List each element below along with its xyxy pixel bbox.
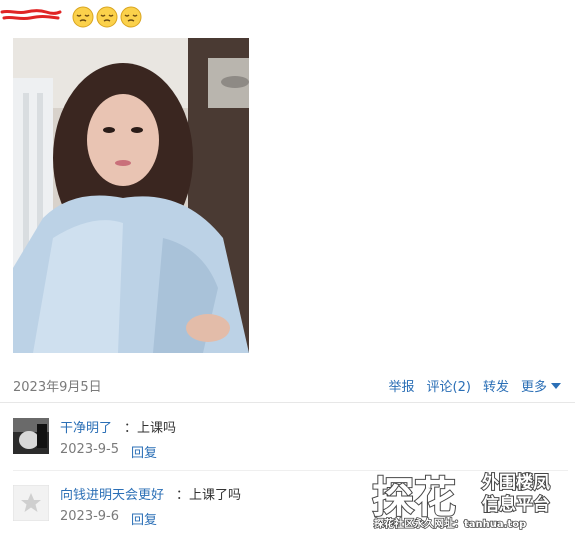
post-actions: 举报 评论(2) 转发 更多 xyxy=(389,376,561,395)
post-date: 2023年9月5日 xyxy=(13,380,102,395)
more-menu[interactable]: 更多 xyxy=(521,376,561,395)
site-watermark: 探花 外围楼凤 信息平台 探花社区永久网址：tanhua.top xyxy=(371,471,551,531)
comment-link[interactable]: 评论(2) xyxy=(427,376,471,395)
sleepy-face-icon xyxy=(72,6,94,28)
post-photo[interactable] xyxy=(13,38,249,353)
more-label: 更多 xyxy=(520,380,547,395)
divider xyxy=(0,402,575,403)
sleepy-face-icon xyxy=(96,6,118,28)
post-header xyxy=(0,0,575,36)
emoji-row xyxy=(72,6,142,28)
comment-text: ：上课了吗 xyxy=(176,488,242,503)
watermark-footer: 探花社区永久网址：tanhua.top xyxy=(374,517,526,530)
chevron-down-icon xyxy=(551,382,561,389)
reply-link[interactable]: 回复 xyxy=(131,442,157,461)
reply-link[interactable]: 回复 xyxy=(131,509,157,528)
comment-text: ：上课吗 xyxy=(124,421,177,436)
forward-link[interactable]: 转发 xyxy=(483,376,509,395)
post-meta-bar: 2023年9月5日 举报 评论(2) 转发 更多 xyxy=(0,371,575,399)
comment-username[interactable]: 干净明了 xyxy=(60,417,112,436)
comment-username[interactable]: 向钱进明天会更好 xyxy=(60,484,164,503)
watermark-big: 探花 xyxy=(372,473,456,522)
comment-date: 2023-9-6 xyxy=(60,509,120,524)
sleepy-face-icon xyxy=(120,6,142,28)
comment-date: 2023-9-5 xyxy=(60,442,120,457)
default-avatar-star-icon[interactable] xyxy=(13,485,49,521)
redacted-username xyxy=(0,9,62,21)
watermark-line1: 外围楼凤 xyxy=(482,472,550,493)
selfie-image xyxy=(13,38,249,353)
avatar[interactable] xyxy=(13,418,49,454)
report-link[interactable]: 举报 xyxy=(389,376,415,395)
watermark-line2: 信息平台 xyxy=(482,494,550,515)
